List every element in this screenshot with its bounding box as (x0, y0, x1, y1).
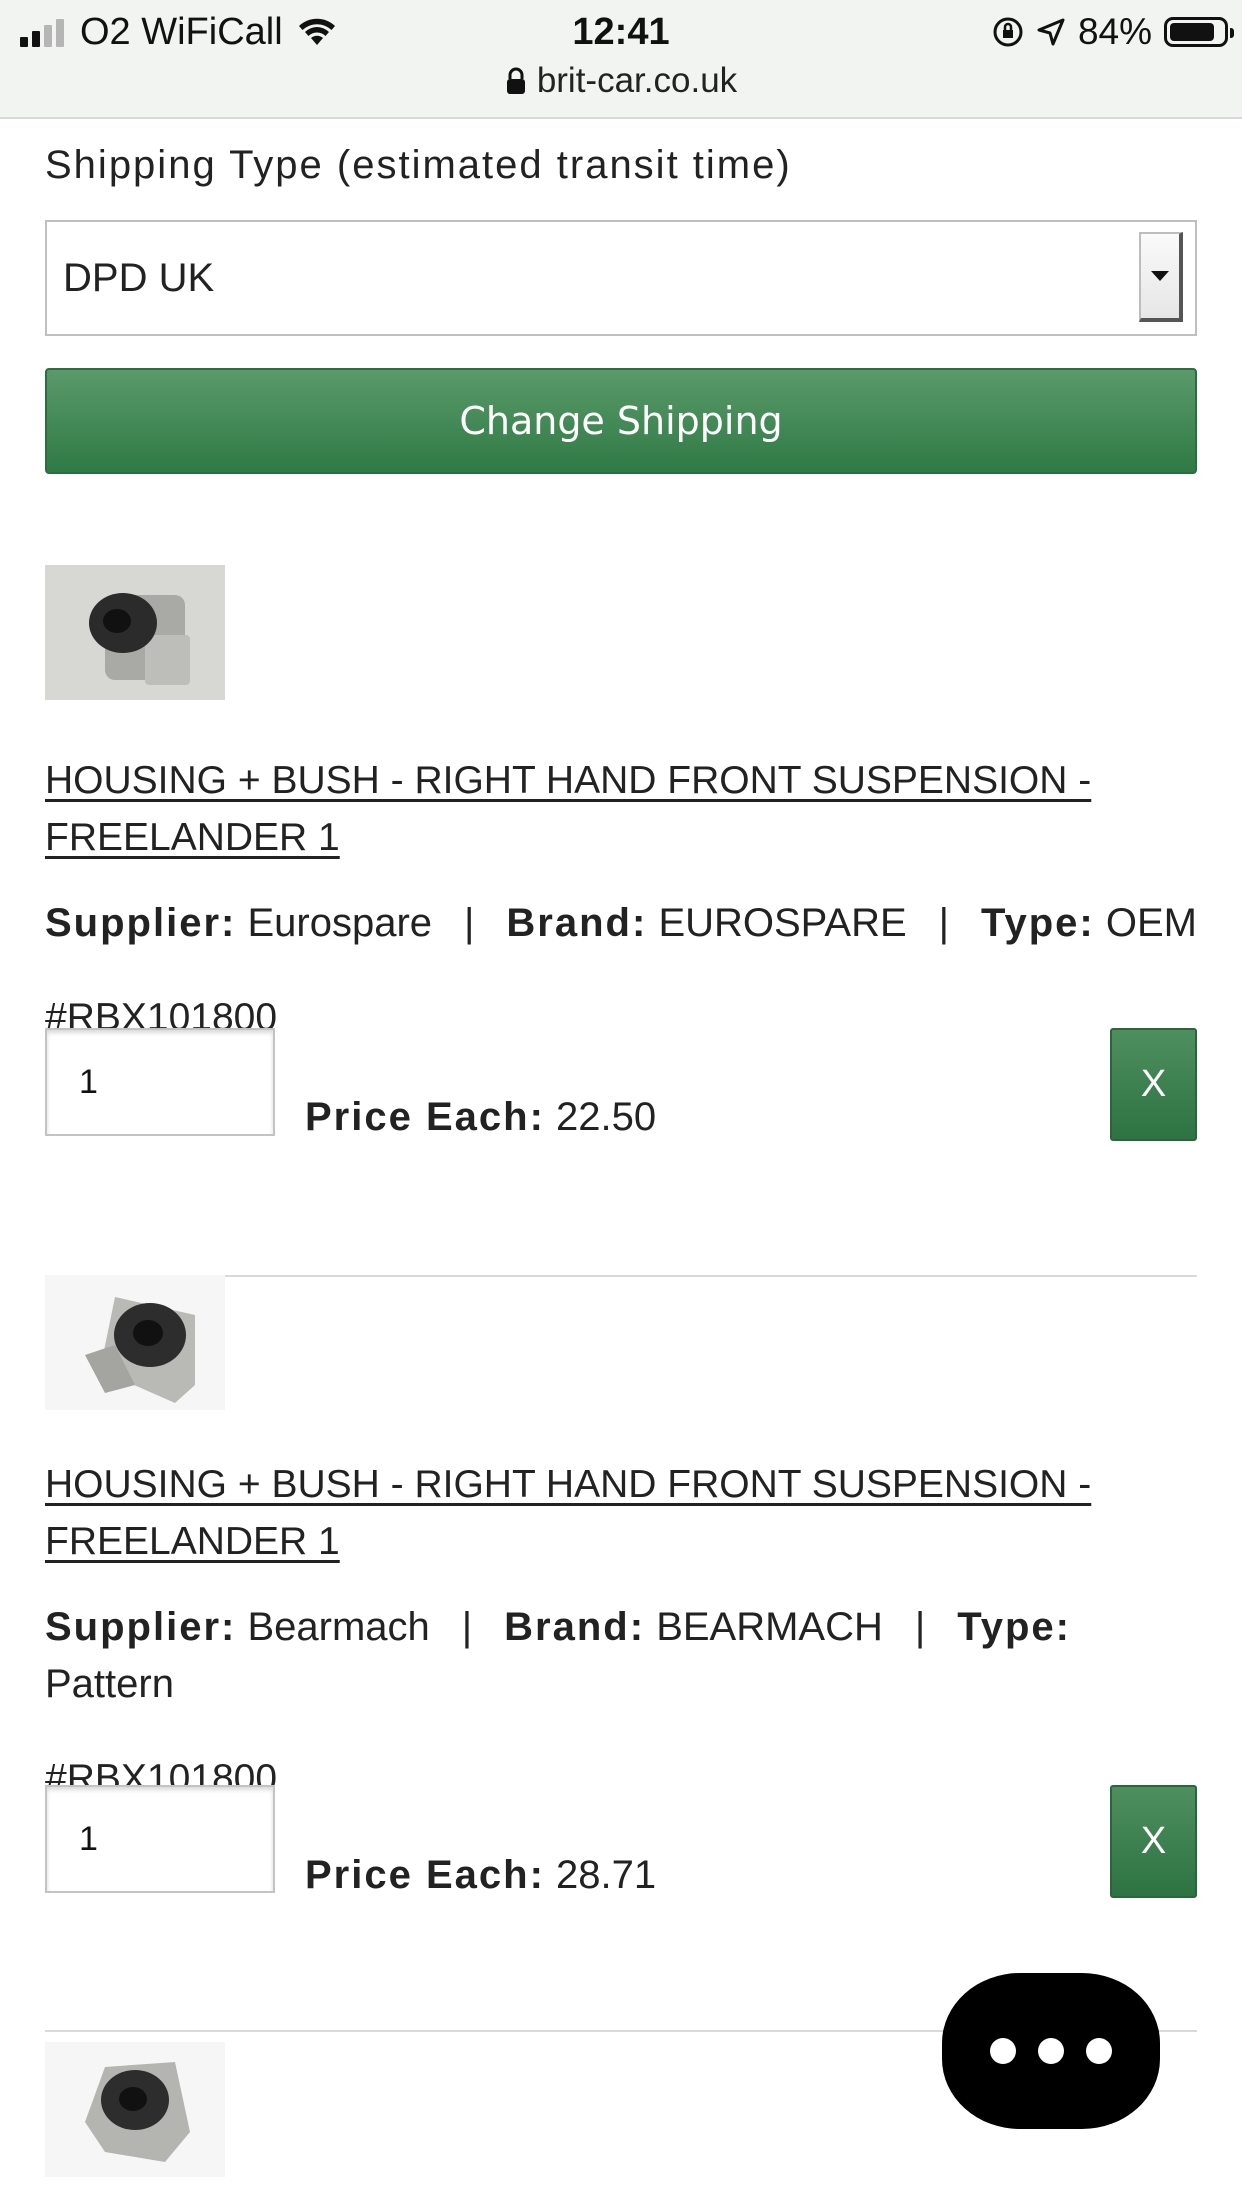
url-bar[interactable]: brit-car.co.uk (0, 58, 1242, 104)
product-title-link[interactable]: HOUSING + BUSH - RIGHT HAND FRONT SUSPEN… (45, 752, 1197, 866)
price-value: 22.50 (556, 1095, 657, 1139)
battery-percent: 84% (1077, 11, 1152, 52)
quantity-input[interactable]: 1 (45, 1028, 275, 1136)
orientation-lock-icon (993, 17, 1023, 47)
supplier-label: Supplier: (45, 1605, 237, 1649)
lock-icon (506, 67, 525, 94)
shipping-type-value: DPD UK (63, 256, 215, 300)
supplier-value: Eurospare (247, 901, 433, 945)
remove-item-button[interactable]: X (1110, 1028, 1197, 1141)
brand-value: EUROSPARE (658, 901, 907, 945)
meta-separator: | (461, 1605, 473, 1649)
meta-separator: | (938, 901, 950, 945)
product-image[interactable] (45, 565, 225, 700)
chat-ellipsis-icon (990, 2038, 1016, 2064)
battery-icon (1164, 17, 1234, 47)
brand-label: Brand: (506, 901, 648, 945)
price-each: Price Each: 28.71 (305, 1853, 656, 1898)
product-title-line2: FREELANDER 1 (45, 816, 340, 859)
quantity-input[interactable]: 1 (45, 1785, 275, 1893)
product-title-line1: HOUSING + BUSH - RIGHT HAND FRONT SUSPEN… (45, 1463, 1092, 1506)
product-title-line2: FREELANDER 1 (45, 1520, 340, 1563)
price-label: Price Each: (305, 1853, 545, 1897)
product-image[interactable] (45, 1275, 225, 1410)
location-arrow-icon (1037, 18, 1065, 46)
chat-ellipsis-icon (1086, 2038, 1112, 2064)
product-meta: Supplier: Eurospare | Brand: EUROSPARE | Typ… (45, 895, 1197, 952)
status-bar: O2 WiFiCall 12:41 84% brit-car.co.uk (0, 0, 1242, 119)
dropdown-arrow-icon[interactable] (1139, 232, 1183, 322)
remove-item-button[interactable]: X (1110, 1785, 1197, 1898)
brand-value: BEARMACH (656, 1605, 883, 1649)
chat-button[interactable] (942, 1973, 1160, 2129)
type-label: Type: (957, 1605, 1071, 1649)
product-title-line1: HOUSING + BUSH - RIGHT HAND FRONT SUSPEN… (45, 759, 1092, 802)
supplier-label: Supplier: (45, 901, 237, 945)
shipping-type-select[interactable]: DPD UK (45, 220, 1197, 336)
price-value: 28.71 (556, 1853, 657, 1897)
type-label: Type: (981, 901, 1095, 945)
brand-label: Brand: (504, 1605, 646, 1649)
supplier-value: Bearmach (247, 1605, 430, 1649)
type-value: OEM (1105, 901, 1197, 945)
chat-ellipsis-icon (1038, 2038, 1064, 2064)
status-right: 84% (992, 8, 1234, 56)
change-shipping-button[interactable]: Change Shipping (45, 368, 1197, 474)
type-value: Pattern (45, 1662, 174, 1706)
price-each: Price Each: 22.50 (305, 1095, 656, 1140)
product-title-link[interactable]: HOUSING + BUSH - RIGHT HAND FRONT SUSPEN… (45, 1456, 1197, 1570)
price-label: Price Each: (305, 1095, 545, 1139)
meta-separator: | (464, 901, 475, 945)
meta-separator: | (914, 1605, 926, 1649)
url-text: brit-car.co.uk (536, 61, 738, 100)
shipping-type-label: Shipping Type (estimated transit time) (45, 143, 792, 187)
product-image[interactable] (45, 2042, 225, 2177)
product-meta: Supplier: Bearmach | Brand: BEARMACH | Type:… (45, 1599, 1197, 1713)
